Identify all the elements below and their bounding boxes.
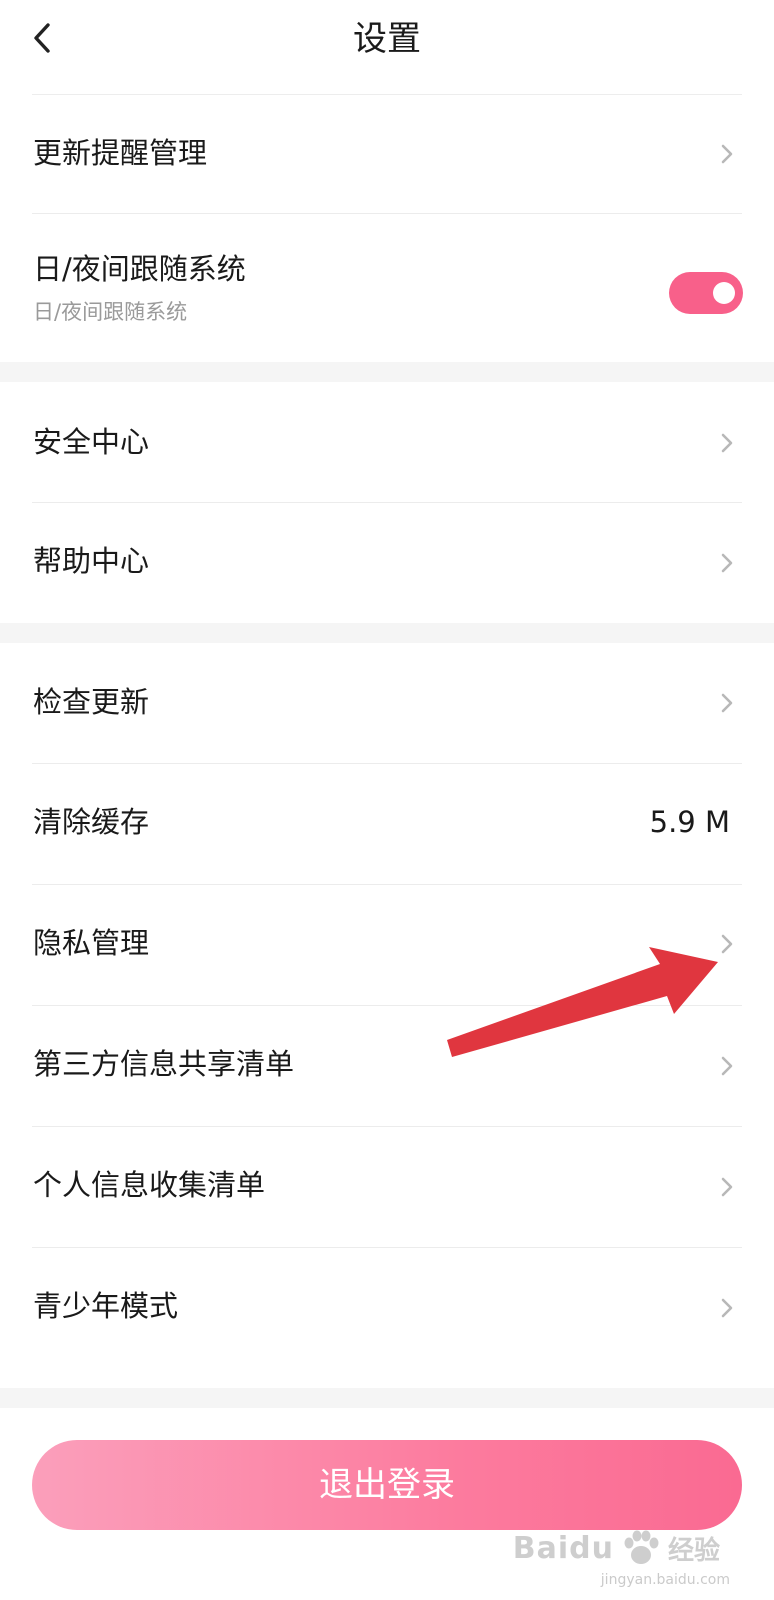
row-label: 安全中心 (33, 425, 150, 459)
row-subtitle: 日/夜间跟随系统 (33, 300, 188, 324)
row-label: 日/夜间跟随系统 (33, 252, 246, 286)
chevron-right-icon (721, 1298, 733, 1318)
chevron-right-icon (721, 693, 733, 713)
settings-row-security-center[interactable]: 安全中心 (0, 382, 774, 502)
row-label: 更新提醒管理 (33, 136, 208, 170)
settings-row-teen-mode[interactable]: 青少年模式 (0, 1248, 774, 1368)
chevron-right-icon (721, 1177, 733, 1197)
section-gap (0, 623, 774, 643)
toggle-knob (713, 282, 735, 304)
chevron-right-icon (721, 144, 733, 164)
row-label: 青少年模式 (33, 1289, 179, 1323)
watermark-url: jingyan.baidu.com (600, 1572, 730, 1588)
settings-row-third-party[interactable]: 第三方信息共享清单 (0, 1006, 774, 1126)
watermark-cn: 经验 (667, 1535, 720, 1566)
row-label: 检查更新 (33, 685, 150, 719)
settings-row-personal-info[interactable]: 个人信息收集清单 (0, 1127, 774, 1247)
header-bar: 设置 (0, 0, 774, 78)
section-gap (0, 362, 774, 382)
chevron-right-icon (721, 1056, 733, 1076)
settings-row-privacy[interactable]: 隐私管理 (0, 885, 774, 1005)
settings-row-clear-cache[interactable]: 清除缓存 5.9 M (0, 764, 774, 884)
chevron-right-icon (721, 934, 733, 954)
settings-row-help-center[interactable]: 帮助中心 (0, 503, 774, 623)
paw-icon (624, 1530, 659, 1564)
page-title: 设置 (353, 19, 421, 59)
row-label: 第三方信息共享清单 (33, 1047, 295, 1081)
settings-row-update-reminder[interactable]: 更新提醒管理 (0, 95, 774, 213)
row-label: 隐私管理 (33, 926, 150, 960)
row-label: 个人信息收集清单 (33, 1168, 266, 1202)
row-label: 清除缓存 (33, 805, 150, 839)
chevron-right-icon (721, 433, 733, 453)
baidu-watermark: Baidu 经验 (513, 1528, 720, 1568)
watermark-brand: Baidu (512, 1530, 614, 1566)
settings-row-day-night: 日/夜间跟随系统 日/夜间跟随系统 (0, 214, 774, 362)
settings-row-check-update[interactable]: 检查更新 (0, 643, 774, 763)
day-night-toggle[interactable] (669, 272, 743, 314)
cache-size-value: 5.9 M (649, 805, 730, 839)
chevron-right-icon (721, 553, 733, 573)
row-label: 帮助中心 (33, 544, 150, 578)
section-gap (0, 1388, 774, 1408)
logout-button[interactable]: 退出登录 (32, 1440, 742, 1530)
